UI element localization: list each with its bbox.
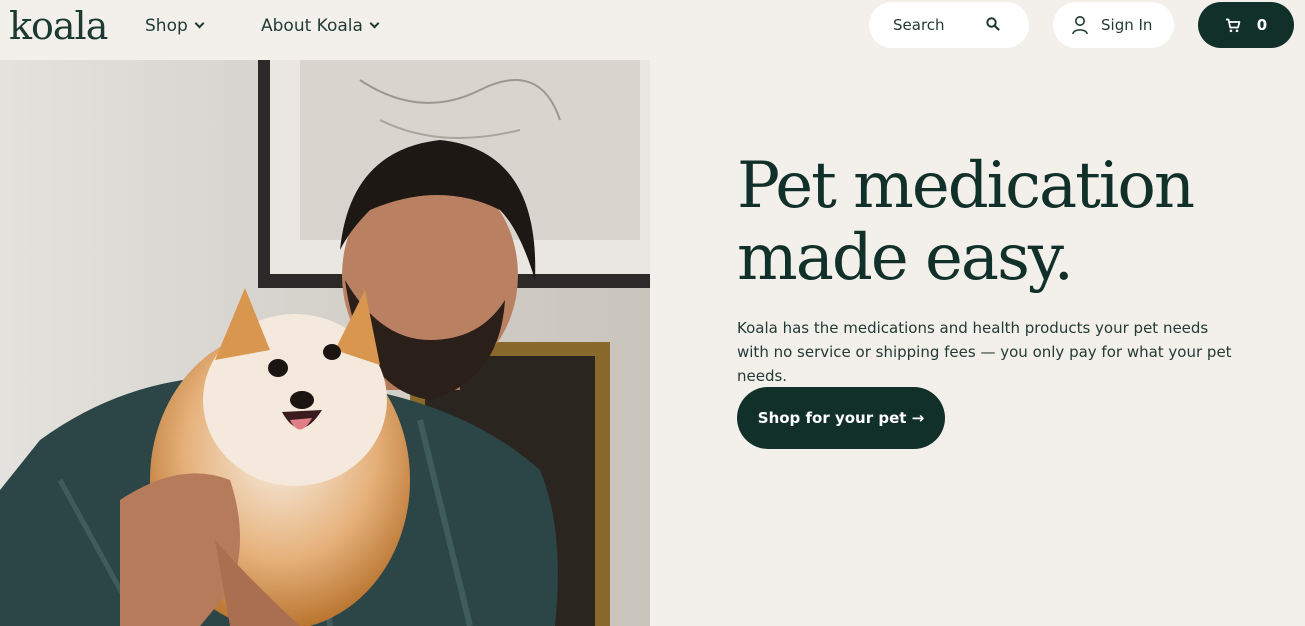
koala-logo[interactable]: koala xyxy=(9,4,108,48)
search-button[interactable]: Search xyxy=(869,2,1029,48)
site-header: koala Shop About Koala Search Sign In 0 xyxy=(0,0,1305,60)
sign-in-label: Sign In xyxy=(1101,16,1153,34)
search-icon xyxy=(986,17,1000,31)
chevron-down-icon xyxy=(194,18,205,29)
hero-photo xyxy=(0,60,650,626)
nav-shop[interactable]: Shop xyxy=(145,16,205,36)
nav-about-label: About Koala xyxy=(261,16,363,36)
user-icon xyxy=(1072,16,1088,35)
nav-shop-label: Shop xyxy=(145,16,188,36)
chevron-down-icon xyxy=(369,18,380,29)
sign-in-button[interactable]: Sign In xyxy=(1053,2,1174,48)
search-label: Search xyxy=(893,16,945,34)
hero-headline: Pet medication made easy. xyxy=(737,150,1257,294)
nav-about-koala[interactable]: About Koala xyxy=(261,16,380,36)
shop-for-your-pet-button[interactable]: Shop for your pet → xyxy=(737,387,945,449)
cart-icon xyxy=(1225,18,1241,32)
man-holding-dog-photo xyxy=(0,60,650,626)
headline-line-1: Pet medication xyxy=(737,149,1195,223)
hero-description: Koala has the medications and health pro… xyxy=(737,319,1232,385)
cart-count: 0 xyxy=(1256,16,1268,34)
headline-line-2: made easy. xyxy=(737,221,1074,295)
cart-button[interactable]: 0 xyxy=(1198,2,1294,48)
